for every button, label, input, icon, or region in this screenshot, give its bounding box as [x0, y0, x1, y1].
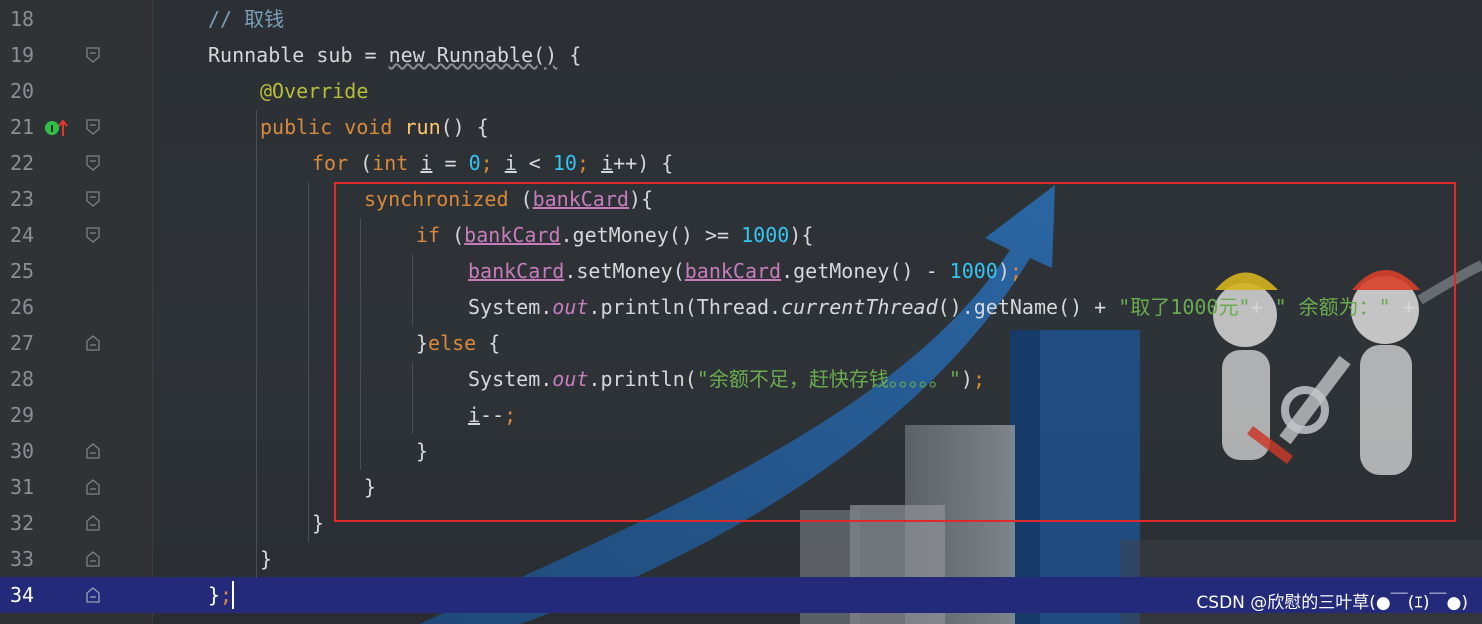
- code-token: ;: [576, 151, 602, 175]
- code-token: ++) {: [613, 151, 674, 175]
- code-token: (: [360, 151, 373, 175]
- code-token: ;: [480, 151, 505, 175]
- code-line-22[interactable]: for (int i = 0; i < 10; i++) {: [312, 145, 673, 181]
- line-number[interactable]: 20: [10, 73, 50, 109]
- code-line-32[interactable]: }: [312, 505, 324, 541]
- fold-close-icon[interactable]: [86, 443, 100, 459]
- gutter-separator: [152, 0, 153, 624]
- watermark: CSDN @欣慰的三叶草(●￣(ｴ)￣●): [1196, 593, 1468, 613]
- line-number[interactable]: 28: [10, 361, 50, 397]
- line-number[interactable]: 30: [10, 433, 50, 469]
- fold-open-icon[interactable]: [86, 47, 100, 63]
- code-line-21[interactable]: public void run() {: [260, 109, 489, 145]
- fold-close-icon[interactable]: [86, 335, 100, 351]
- fold-open-icon[interactable]: [86, 155, 100, 171]
- line-number[interactable]: 25: [10, 253, 50, 289]
- code-token: =: [432, 151, 469, 175]
- line-number[interactable]: 33: [10, 541, 50, 577]
- line-number[interactable]: 32: [10, 505, 50, 541]
- number: 0: [468, 151, 481, 175]
- fold-open-icon[interactable]: [86, 119, 100, 135]
- variable: i: [420, 151, 433, 175]
- fold-close-icon[interactable]: [86, 587, 100, 603]
- line-number[interactable]: 29: [10, 397, 50, 433]
- code-line-34[interactable]: };: [208, 577, 232, 613]
- method-name: run: [404, 115, 441, 139]
- keyword: for: [312, 151, 361, 175]
- fold-open-icon[interactable]: [86, 227, 100, 243]
- fold-close-icon[interactable]: [86, 479, 100, 495]
- marker-label: I: [50, 124, 54, 135]
- line-number-current[interactable]: 34: [10, 577, 50, 613]
- fold-open-icon[interactable]: [86, 191, 100, 207]
- line-number[interactable]: 27: [10, 325, 50, 361]
- line-number[interactable]: 23: [10, 181, 50, 217]
- code-token: }: [260, 547, 273, 571]
- annotation-highlight-box: [334, 182, 1456, 522]
- code-token: {: [557, 43, 582, 67]
- code-editor[interactable]: 18 19 20 21 22 23 24 25 26 27 28 29 30 3…: [0, 0, 1482, 624]
- text-caret: [232, 581, 234, 609]
- implements-method-icon[interactable]: I: [44, 118, 68, 138]
- code-line-20[interactable]: @Override: [260, 73, 368, 109]
- code-token: () {: [440, 115, 489, 139]
- variable: i: [504, 151, 517, 175]
- keyword: int: [372, 151, 421, 175]
- variable: i: [601, 151, 614, 175]
- keyword: public void: [260, 115, 405, 139]
- indent-guide: [256, 110, 257, 578]
- annotation: @Override: [260, 79, 369, 103]
- comment: // 取钱: [208, 7, 285, 31]
- code-token: ;: [220, 583, 233, 607]
- line-number[interactable]: 31: [10, 469, 50, 505]
- code-line-18[interactable]: // 取钱: [208, 1, 284, 37]
- code-line-19[interactable]: Runnable sub = new Runnable() {: [208, 37, 581, 73]
- code-token: <: [516, 151, 553, 175]
- fold-close-icon[interactable]: [86, 551, 100, 567]
- code-token: Runnable sub =: [208, 43, 389, 67]
- code-token: }: [208, 583, 221, 607]
- fold-close-icon[interactable]: [86, 515, 100, 531]
- code-token-anonymous-class: new Runnable(): [388, 43, 558, 67]
- line-number[interactable]: 26: [10, 289, 50, 325]
- code-token: }: [312, 511, 325, 535]
- line-number[interactable]: 19: [10, 37, 50, 73]
- line-number[interactable]: 18: [10, 1, 50, 37]
- code-line-33[interactable]: }: [260, 541, 272, 577]
- line-number[interactable]: 24: [10, 217, 50, 253]
- indent-guide: [308, 182, 309, 542]
- line-number[interactable]: 22: [10, 145, 50, 181]
- number: 10: [552, 151, 577, 175]
